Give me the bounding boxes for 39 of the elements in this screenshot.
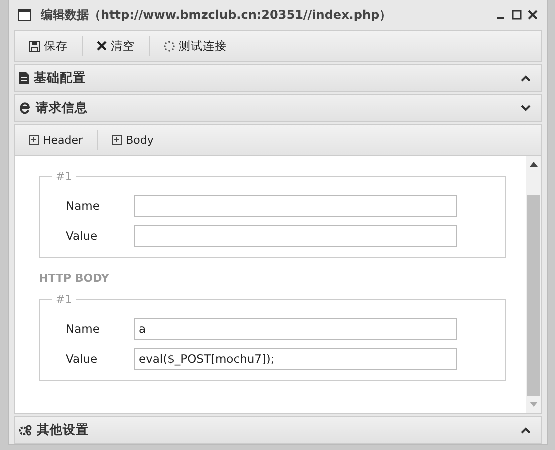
input-field[interactable]: a xyxy=(134,318,457,340)
toolbar-button[interactable]: 清空 xyxy=(89,36,143,56)
close-icon[interactable] xyxy=(528,10,538,20)
gears-icon xyxy=(19,424,32,436)
toolbar-button[interactable]: 保存 xyxy=(21,36,76,56)
panel-title: 基础配置 xyxy=(34,70,86,86)
panel-title: 其他设置 xyxy=(37,422,89,438)
scrollbar[interactable] xyxy=(526,156,541,413)
toolbar-button[interactable]: 测试连接 xyxy=(156,36,235,56)
field-label: Name xyxy=(65,199,101,213)
field-label: Name xyxy=(65,322,101,336)
spinner-icon xyxy=(164,40,175,52)
save-icon xyxy=(29,40,40,52)
section-heading: HTTP BODY xyxy=(39,272,110,285)
group-legend: #1 xyxy=(52,170,76,183)
close-icon xyxy=(97,41,107,51)
plus-square-icon xyxy=(29,135,39,145)
document-icon xyxy=(19,72,29,84)
input-field[interactable]: eval($_POST[mochu7]); xyxy=(134,348,457,370)
add-button[interactable]: Header xyxy=(21,130,92,150)
field-label: Value xyxy=(65,229,99,243)
input-field[interactable] xyxy=(134,195,457,217)
scroll-up-icon[interactable] xyxy=(530,162,538,167)
add-button[interactable]: Body xyxy=(104,130,162,150)
window-title: 编辑数据（http://www.bmzclub.cn:20351//index.php） xyxy=(41,6,392,24)
panel-header[interactable]: 请求信息 xyxy=(14,94,542,122)
panel-header[interactable]: 基础配置 xyxy=(14,64,542,92)
input-field[interactable] xyxy=(134,225,457,247)
field-label: Value xyxy=(65,352,99,366)
chevron-up-icon[interactable] xyxy=(521,426,531,434)
browser-e-icon xyxy=(19,102,31,114)
panel-header[interactable]: 其他设置 xyxy=(14,416,542,444)
group-legend: #1 xyxy=(52,293,76,306)
maximize-icon[interactable] xyxy=(512,10,522,20)
chevron-up-icon[interactable] xyxy=(521,74,531,82)
panel-title: 请求信息 xyxy=(36,100,88,116)
chevron-down-icon[interactable] xyxy=(521,104,531,112)
plus-square-icon xyxy=(112,135,122,145)
window-icon xyxy=(18,9,31,21)
